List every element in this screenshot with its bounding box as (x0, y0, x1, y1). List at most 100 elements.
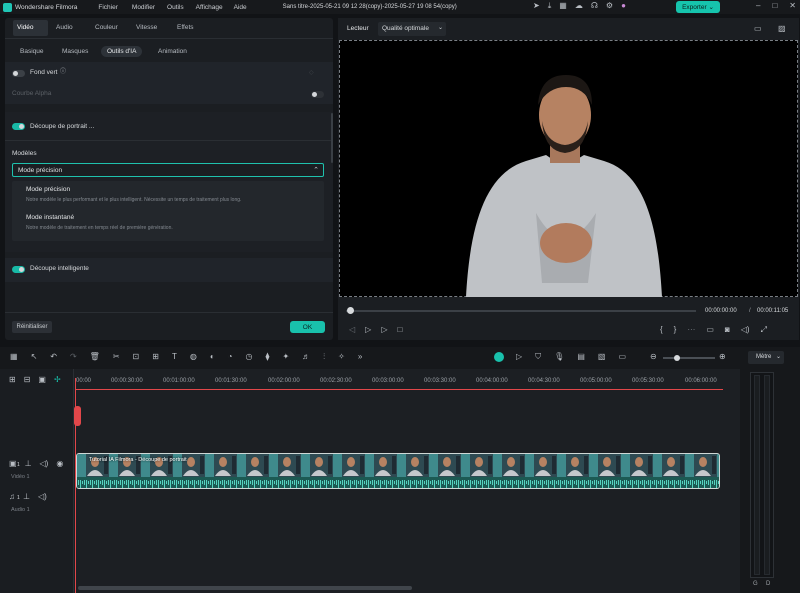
meter-mode-select[interactable]: Mètre ⌄ (748, 351, 784, 364)
grid-icon[interactable]: ▦ (559, 2, 567, 10)
stabilize-icon[interactable]: ◔ (228, 353, 233, 361)
speed-icon[interactable]: ◷ (246, 353, 253, 361)
audio-mute-icon[interactable]: ◁) (38, 493, 47, 501)
avatar-icon[interactable]: ● (621, 2, 626, 10)
shield-icon[interactable]: ⛉ (535, 353, 541, 361)
subtitle-icon[interactable]: ▭ (618, 353, 626, 361)
mic-icon[interactable]: 🎙 (554, 353, 564, 361)
diamond-icon[interactable]: ◇ (309, 69, 314, 77)
menu-aide[interactable]: Aide (234, 4, 247, 11)
image-icon[interactable]: ▨ (778, 25, 786, 33)
play-icon[interactable]: ▷ (365, 326, 371, 334)
panel-scrollbar[interactable] (331, 113, 333, 163)
transform-icon[interactable]: ⊞ (152, 353, 159, 361)
previous-frame-icon[interactable]: ◁ (349, 326, 355, 334)
mask-icon[interactable]: ◐ (210, 353, 215, 361)
video-track-label: Vidéo 1 (11, 474, 30, 480)
color-icon[interactable]: ◍ (190, 353, 197, 361)
audio-sync-icon[interactable]: ♬ (302, 353, 310, 361)
more-icon[interactable]: ⋯ (687, 326, 695, 334)
courbe-alpha-toggle (311, 91, 324, 98)
info-icon[interactable]: ⓘ (60, 68, 66, 76)
visibility-icon[interactable]: ◉ (56, 460, 63, 468)
decoupe-intelligente-label: Découpe intelligente (30, 265, 89, 272)
send-icon[interactable]: ➤ (533, 2, 540, 10)
menu-fichier[interactable]: Fichier (98, 4, 118, 11)
layout-icon[interactable]: ▦ (10, 353, 18, 361)
fullscreen-icon[interactable]: ⤢ (761, 326, 767, 334)
option-mode-instantane[interactable]: Mode instantané (26, 214, 74, 221)
volume-icon[interactable]: ◁) (741, 326, 750, 334)
maximize-icon[interactable]: □ (772, 2, 777, 10)
zoom-out-icon[interactable]: ⊖ (650, 353, 657, 361)
compare-view-icon[interactable]: ▭ (754, 25, 762, 33)
menu-affichage[interactable]: Affichage (196, 4, 223, 11)
settings-icon[interactable]: ⚙ (606, 2, 613, 10)
close-icon[interactable]: ✕ (789, 2, 796, 10)
subtab-outils-ia[interactable]: Outils d'IA (101, 46, 143, 57)
fond-vert-toggle[interactable] (12, 70, 25, 77)
render-button[interactable] (494, 352, 504, 362)
play-preview-icon[interactable]: ▷ (516, 353, 522, 361)
undo-icon[interactable]: ↶ (50, 353, 57, 361)
audio-mute-icon[interactable]: ◁) (40, 460, 49, 468)
tab-couleur[interactable]: Couleur (95, 24, 118, 31)
playback-progress-bar[interactable] (346, 310, 696, 312)
add-track-icon[interactable]: ⊞ (9, 376, 16, 384)
lock-icon[interactable]: ⊥ (23, 493, 30, 501)
tab-video[interactable]: Vidéo (17, 24, 34, 31)
cloud-icon[interactable]: ☁ (575, 2, 583, 10)
reset-button[interactable]: Réinitialiser (12, 321, 52, 333)
mark-out-icon[interactable]: } (674, 326, 677, 334)
mark-in-icon[interactable]: { (660, 326, 663, 334)
export-button[interactable]: Exporter ⌄ (676, 1, 720, 13)
download-icon[interactable]: ⤓ (548, 2, 552, 10)
link-icon[interactable]: ⊟ (24, 376, 31, 384)
decoupe-intelligente-toggle[interactable] (12, 266, 25, 273)
playhead-marker[interactable] (74, 406, 81, 426)
subtab-basique[interactable]: Basique (14, 46, 50, 57)
tab-effets[interactable]: Effets (177, 24, 194, 31)
ok-button[interactable]: OK (290, 321, 325, 333)
crop-icon[interactable]: ⊡ (133, 353, 140, 361)
zoom-slider[interactable] (663, 357, 715, 359)
quality-select[interactable]: Qualité optimale ⌄ (378, 22, 446, 36)
ai-icon[interactable]: ✧ (338, 353, 345, 361)
menu-modifier[interactable]: Modifier (132, 4, 155, 11)
model-select[interactable]: Mode précision ⌃ (12, 163, 324, 177)
total-time: 00:00:11:05 (757, 308, 789, 314)
lock-icon[interactable]: ⊥ (25, 460, 32, 468)
split-icon[interactable]: ✂ (113, 353, 120, 361)
redo-icon[interactable]: ↷ (70, 353, 77, 361)
image-track-icon[interactable]: ▧ (598, 353, 606, 361)
stop-icon[interactable]: □ (397, 326, 402, 334)
magnet-icon[interactable]: ✢ (54, 376, 61, 384)
adjust-icon[interactable]: ⫶ (323, 353, 325, 361)
tab-audio[interactable]: Audio (56, 24, 73, 31)
display-icon[interactable]: ▭ (706, 326, 714, 334)
tab-vitesse[interactable]: Vitesse (136, 24, 157, 31)
subtab-animation[interactable]: Animation (152, 46, 193, 57)
timeline-scrollbar[interactable] (78, 586, 412, 590)
subtab-masques[interactable]: Masques (56, 46, 94, 57)
headset-icon[interactable]: ☊ (591, 2, 598, 10)
decoupe-portrait-toggle[interactable] (12, 123, 25, 130)
zoom-slider-handle[interactable] (674, 355, 680, 361)
keyframe-icon[interactable]: ⧫ (265, 353, 269, 361)
play-forward-icon[interactable]: ▷ (381, 326, 387, 334)
media-icon[interactable]: ▣ (38, 376, 46, 384)
left-channel-label: G (753, 581, 758, 587)
playback-scrubber[interactable] (347, 307, 354, 314)
option-mode-precision[interactable]: Mode précision (26, 186, 70, 193)
text-icon[interactable]: T (172, 353, 177, 361)
clip-icon[interactable]: ▤ (577, 353, 585, 361)
effects-icon[interactable]: ✦ (282, 353, 289, 361)
video-clip[interactable]: Tutorial IA Filmora - Découpe de portrai… (76, 453, 720, 489)
delete-icon[interactable]: 🗑 (90, 353, 100, 361)
select-tool-icon[interactable]: ↖ (31, 353, 38, 361)
zoom-in-icon[interactable]: ⊕ (719, 353, 726, 361)
menu-outils[interactable]: Outils (167, 4, 184, 11)
snapshot-icon[interactable]: ◙ (725, 326, 730, 334)
minimize-icon[interactable]: – (756, 2, 760, 10)
expand-icon[interactable]: » (358, 353, 362, 361)
